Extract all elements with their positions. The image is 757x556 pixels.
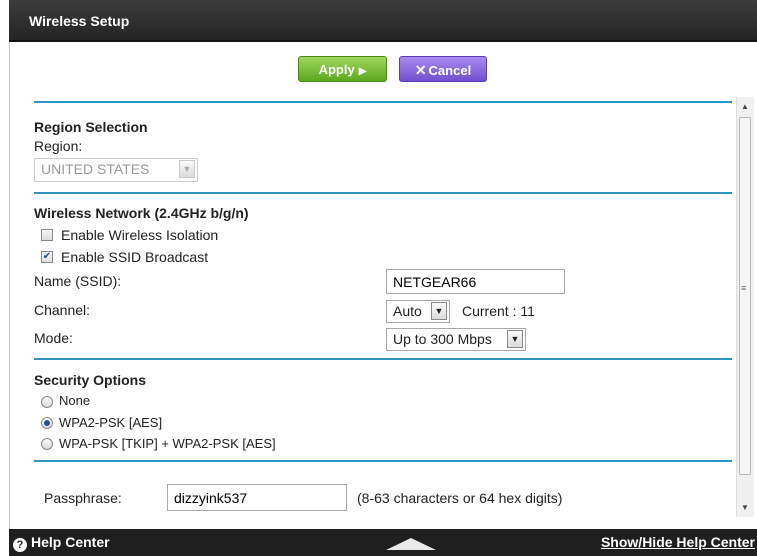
footer-bar: ? Help Center Show/Hide Help Center [9,529,757,556]
passphrase-input[interactable] [167,484,347,511]
close-icon: ✕ [414,62,427,78]
mode-label: Mode: [34,330,73,346]
region-label: Region: [34,138,83,154]
region-value: UNITED STATES [41,161,150,177]
help-center-link[interactable]: ? Help Center [13,534,110,552]
isolation-checkbox[interactable] [41,229,53,241]
broadcast-checkbox[interactable]: ✔ [41,251,53,263]
cancel-label: Cancel [428,63,472,78]
chevron-down-icon: ▼ [179,160,195,178]
title-bar: Wireless Setup [9,0,757,42]
expand-arrow-icon[interactable] [386,538,436,550]
passphrase-hint: (8-63 characters or 64 hex digits) [357,490,563,506]
mode-value: Up to 300 Mbps [393,331,492,347]
wireless-heading: Wireless Network (2.4GHz b/g/n) [34,205,249,221]
divider [34,460,732,462]
security-option-none: None [59,393,91,408]
mode-select[interactable]: Up to 300 Mbps ▼ [386,328,526,351]
content-frame [9,0,757,556]
security-option-wpa2: WPA2-PSK [AES] [59,415,163,430]
channel-select[interactable]: Auto ▼ [386,300,450,323]
divider [34,358,732,360]
cancel-button[interactable]: ✕ Cancel [399,56,487,82]
passphrase-label: Passphrase: [44,490,122,506]
security-radio-mixed[interactable] [41,438,53,450]
security-heading: Security Options [34,372,147,388]
apply-button[interactable]: Apply ▶ [298,56,387,82]
region-heading: Region Selection [34,119,148,135]
help-center-label: Help Center [31,534,110,550]
check-icon: ✔ [42,251,52,262]
scroll-down-icon[interactable]: ▼ [741,503,749,512]
scroll-up-icon[interactable]: ▲ [741,102,749,111]
grip-icon: ≡ [741,283,747,293]
divider [34,192,732,194]
ssid-label: Name (SSID): [34,273,122,289]
security-option-mixed: WPA-PSK [TKIP] + WPA2-PSK [AES] [59,436,276,451]
ssid-input[interactable] [386,269,565,294]
channel-label: Channel: [34,302,91,318]
isolation-label: Enable Wireless Isolation [61,227,219,243]
scrollbar-thumb[interactable] [739,117,751,475]
scrollbar[interactable]: ▲ ≡ ▼ [736,97,754,517]
chevron-down-icon: ▼ [431,302,447,320]
play-icon: ▶ [358,66,367,77]
apply-label: Apply [318,62,355,77]
broadcast-label: Enable SSID Broadcast [61,249,209,265]
page-title: Wireless Setup [29,13,130,29]
security-radio-wpa2[interactable] [41,417,53,429]
channel-value: Auto [393,303,422,319]
help-icon: ? [13,538,27,552]
security-radio-none[interactable] [41,396,53,408]
show-hide-help-link[interactable]: Show/Hide Help Center [601,534,755,550]
chevron-down-icon: ▼ [507,330,523,348]
current-channel: Current : 11 [462,303,535,319]
divider [34,101,732,103]
region-select: UNITED STATES ▼ [34,158,198,182]
